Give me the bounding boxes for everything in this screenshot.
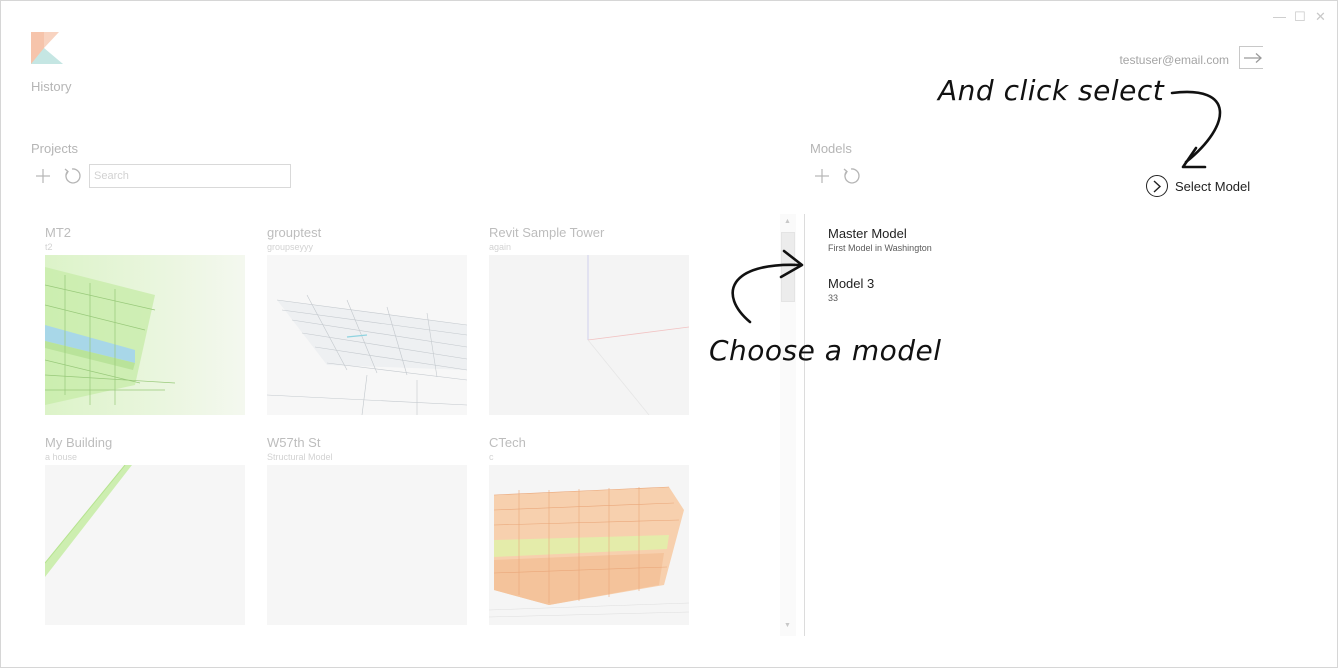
close-button[interactable]: ✕ (1315, 10, 1326, 24)
model-list-item[interactable]: Model 3 33 (828, 276, 874, 303)
project-thumbnail (489, 465, 689, 625)
project-description: c (489, 452, 494, 462)
nav-history[interactable]: History (31, 79, 71, 94)
scroll-up-icon[interactable]: ▲ (784, 218, 791, 225)
project-name: MT2 (45, 225, 71, 240)
model-description: 33 (828, 293, 839, 303)
project-thumbnail (267, 255, 467, 415)
model-name: Master Model (828, 226, 907, 241)
project-search-input[interactable] (89, 164, 291, 188)
project-name: W57th St (267, 435, 321, 450)
model-description: First Model in Washington (828, 243, 932, 253)
project-card[interactable]: grouptest groupseyyy (267, 225, 467, 418)
scroll-down-icon[interactable]: ▼ (784, 622, 791, 629)
model-name: Model 3 (828, 276, 875, 291)
user-email: testuser@email.com (1119, 53, 1229, 67)
annotation-click-select: And click select (938, 74, 1165, 107)
add-model-icon[interactable] (813, 167, 831, 185)
projects-title: Projects (31, 141, 78, 156)
project-card[interactable]: MT2 t2 (45, 225, 245, 418)
project-card[interactable]: Revit Sample Tower again (489, 225, 689, 418)
project-card[interactable]: W57th St Structural Model (267, 435, 467, 628)
refresh-models-icon[interactable] (842, 167, 860, 185)
models-title: Models (810, 141, 852, 156)
project-thumbnail (45, 465, 245, 625)
refresh-projects-icon[interactable] (63, 167, 81, 185)
project-description: a house (45, 452, 78, 462)
project-description: t2 (45, 242, 53, 252)
minimize-button[interactable]: — (1273, 10, 1286, 24)
arrow-right-icon (1244, 53, 1262, 63)
project-thumbnail (489, 255, 689, 415)
project-card[interactable]: CTech c (489, 435, 689, 628)
project-card[interactable]: My Building a house (45, 435, 245, 628)
project-name: CTech (489, 435, 526, 450)
add-project-icon[interactable] (34, 167, 52, 185)
app-logo (31, 32, 63, 64)
projects-scrollbar[interactable]: ▲ ▼ (780, 214, 796, 636)
scrollbar-thumb[interactable] (781, 232, 795, 302)
project-name: grouptest (267, 225, 322, 240)
panel-divider (804, 214, 805, 636)
project-description: Structural Model (267, 452, 333, 462)
project-name: My Building (45, 435, 113, 450)
project-name: Revit Sample Tower (489, 225, 605, 240)
annotation-choose-model: Choose a model (709, 334, 942, 367)
project-description: groupseyyy (267, 242, 314, 252)
project-thumbnail (45, 255, 245, 415)
select-model-label: Select Model (1175, 179, 1251, 194)
project-thumbnail (267, 465, 467, 625)
logout-button[interactable] (1239, 46, 1263, 69)
chevron-right-circle-icon (1146, 175, 1168, 197)
maximize-button[interactable]: ☐ (1294, 10, 1306, 24)
model-list-item[interactable]: Master Model First Model in Washington (828, 226, 932, 253)
project-description: again (489, 242, 512, 252)
